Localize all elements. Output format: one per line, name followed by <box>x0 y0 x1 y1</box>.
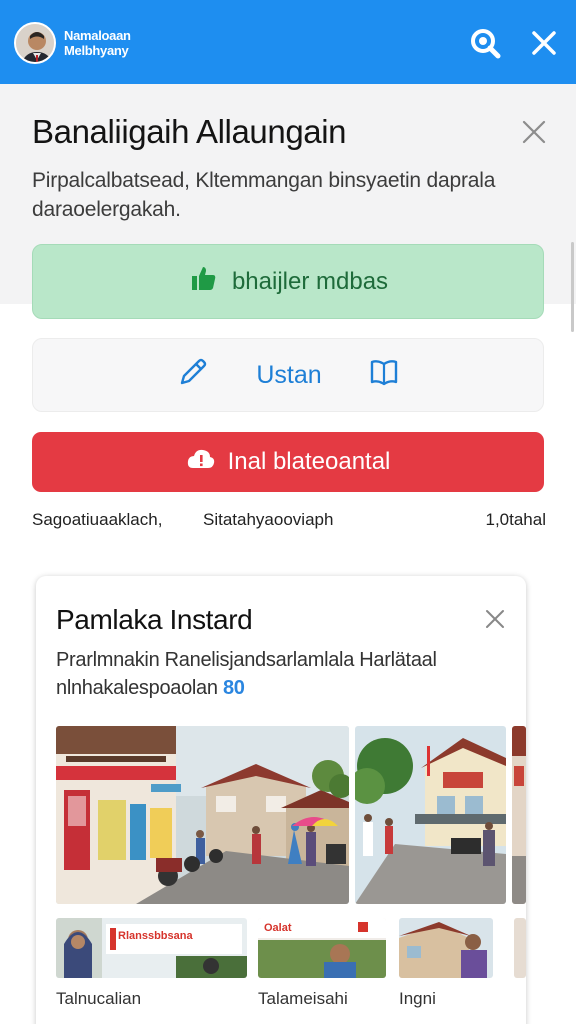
info-card: Pamlaka Instard Prarlmnakin Ranelisjands… <box>36 576 526 1024</box>
thumbnail-3[interactable] <box>399 918 493 978</box>
app-name-line-2: Melbhyany <box>64 43 129 58</box>
card-description-line-1: Prarlmnakin Ranelisjandsarlamlala Harlät… <box>56 649 437 671</box>
scrollbar[interactable] <box>571 242 574 332</box>
meta-middle: Sitatahyaooviaph <box>203 510 334 529</box>
close-icon[interactable] <box>482 606 508 632</box>
pencil-icon[interactable] <box>176 355 210 396</box>
meta-left: Sagoatiuaaklach, <box>32 510 163 529</box>
avatar[interactable] <box>14 22 56 64</box>
report-action-label: Inal blateoantal <box>227 448 391 475</box>
close-icon[interactable] <box>527 26 561 60</box>
thumbnail-1[interactable]: Rlanssbbsana <box>56 918 247 978</box>
village-road-photo[interactable] <box>355 726 506 904</box>
street-scene-photo[interactable] <box>56 726 349 904</box>
dialog-title: Banaliigaih Allaungain <box>32 113 347 150</box>
link-symbol: 80 <box>222 677 245 699</box>
thumbnail-2[interactable]: Oalat <box>258 918 386 978</box>
photo-edge <box>512 726 526 904</box>
search-icon[interactable] <box>468 26 502 60</box>
thumbnail-2-label: Talameisahi <box>258 989 348 1008</box>
dialog-description: Pirpalcalbatsead, Kltemmangan binsyaetin… <box>32 169 496 221</box>
card-title: Pamlaka Instard <box>56 604 253 635</box>
card-description: Prarlmnakin Ranelisjandsarlamlala Harlät… <box>56 646 496 702</box>
thumbnail-1-caption: Rlanssbbsana <box>118 930 193 942</box>
edit-action-label: Ustan <box>256 360 322 389</box>
primary-action-label: bhaijler mdbas <box>231 267 389 295</box>
thumbs-up-icon <box>188 263 218 300</box>
report-action-button[interactable]: Inal blateoantal <box>32 432 544 492</box>
app-name-line-1: Namaloaan <box>64 28 131 43</box>
cloud-alert-icon <box>186 446 216 479</box>
close-icon[interactable] <box>518 116 550 148</box>
thumbnail-3-label: Ingni <box>399 989 436 1008</box>
card-description-line-2: nlnhakalespoaolan <box>56 677 218 699</box>
app-header: Namaloaan Melbhyany <box>0 0 576 84</box>
app-name: Namaloaan Melbhyany <box>64 28 174 58</box>
meta-right: 1,0tahal <box>485 510 547 529</box>
thumbnail-1-label: Talnucalian <box>56 989 142 1008</box>
edit-action-button[interactable]: Ustan <box>32 338 544 412</box>
thumbnail-2-caption: Oalat <box>264 922 292 934</box>
book-icon[interactable] <box>368 356 400 395</box>
thumbnail-edge <box>514 918 526 978</box>
primary-action-button[interactable]: bhaijler mdbas <box>32 244 544 319</box>
